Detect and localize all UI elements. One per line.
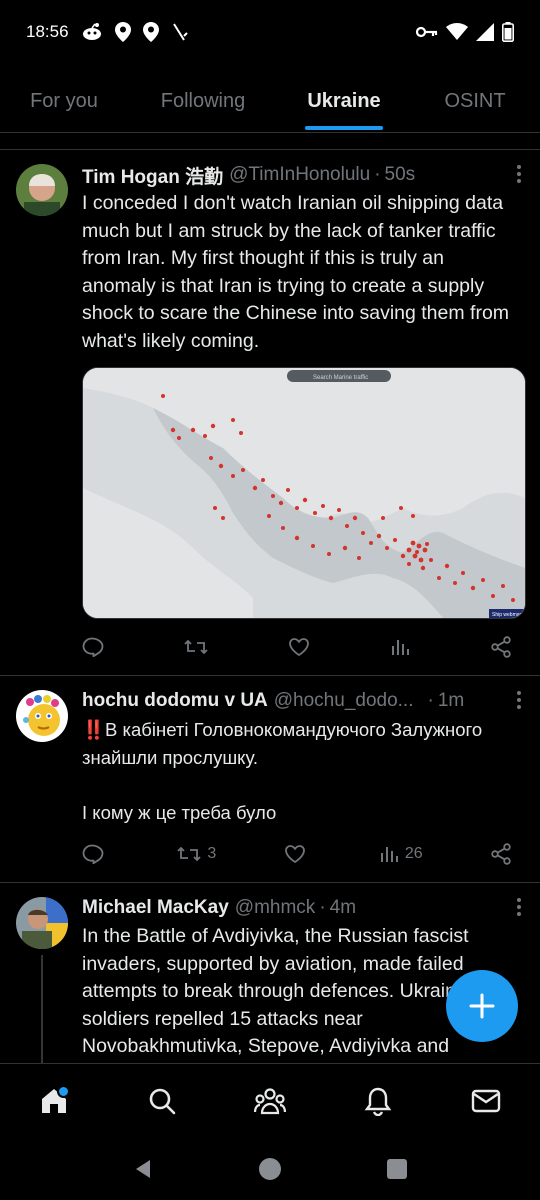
status-right xyxy=(416,22,514,42)
heart-icon xyxy=(289,638,309,657)
avatar[interactable] xyxy=(16,690,68,742)
separator-dot: · xyxy=(427,690,434,711)
tweet[interactable]: Michael MacKay @mhmck · 4m In the Battle… xyxy=(0,883,540,1063)
share-icon xyxy=(491,636,511,658)
more-options-icon[interactable] xyxy=(516,897,522,922)
clock: 18:56 xyxy=(26,22,69,41)
back-icon[interactable] xyxy=(132,1158,154,1180)
system-nav-bar xyxy=(0,1137,540,1200)
timestamp[interactable]: 4m xyxy=(330,897,356,919)
reply-button[interactable] xyxy=(82,844,110,864)
status-left: 18:56 xyxy=(26,22,189,42)
nav-communities[interactable] xyxy=(240,1071,300,1131)
share-button[interactable] xyxy=(490,636,512,658)
timeline-tabs: For you Following Ukraine OSINT xyxy=(0,70,540,133)
map-search-placeholder: Search Marine traffic xyxy=(313,375,368,381)
separator-dot: · xyxy=(319,897,326,918)
recents-icon[interactable] xyxy=(386,1158,408,1180)
share-icon xyxy=(491,843,511,865)
like-button[interactable] xyxy=(284,844,312,864)
separator-dot: · xyxy=(374,164,381,185)
tweet-header: Michael MacKay @mhmck · 4m xyxy=(82,895,518,921)
notifications-icon xyxy=(364,1087,392,1116)
more-options-icon[interactable] xyxy=(516,164,522,189)
repost-button[interactable] xyxy=(184,637,214,657)
more-options-icon[interactable] xyxy=(516,690,522,715)
author-name[interactable]: Michael MacKay xyxy=(82,897,229,919)
nav-search[interactable] xyxy=(132,1071,192,1131)
status-bar: 18:56 xyxy=(0,0,540,64)
timestamp[interactable]: 1m xyxy=(438,690,464,712)
tweet-text: I conceded I don't watch Iranian oil shi… xyxy=(82,192,510,352)
map-badge-text: Ship webmap xyxy=(492,612,523,618)
reply-icon xyxy=(82,844,104,864)
like-button[interactable] xyxy=(288,637,316,657)
key-icon xyxy=(416,25,438,39)
compose-button[interactable] xyxy=(446,970,518,1042)
views-count: 26 xyxy=(404,845,423,862)
signal-icon xyxy=(476,23,494,41)
avatar[interactable] xyxy=(16,897,68,949)
views-icon xyxy=(392,640,409,655)
thread-line xyxy=(41,955,43,1063)
author-handle[interactable]: @mhmck xyxy=(235,897,316,919)
location-icon xyxy=(114,22,131,42)
repost-icon xyxy=(177,846,201,862)
tweet[interactable]: hochu dodomu v UA @hochu_dodo... · 1m ‼️… xyxy=(0,676,540,883)
previous-tweet-edge xyxy=(0,133,540,150)
tweet-header: Tim Hogan 浩勤 @TimInHonolulu · 50s xyxy=(82,162,518,188)
tweet-text: ‼️В кабінеті Головнокомандуючого Залужно… xyxy=(82,719,483,823)
author-name[interactable]: hochu dodomu v UA xyxy=(82,690,268,712)
repost-icon xyxy=(184,639,208,655)
reply-button[interactable] xyxy=(82,637,110,657)
tab-for-you[interactable]: For you xyxy=(0,70,128,132)
reddit-icon xyxy=(81,22,103,42)
tweet-header: hochu dodomu v UA @hochu_dodo... · 1m xyxy=(82,688,518,714)
author-handle[interactable]: @hochu_dodo... xyxy=(274,690,414,712)
timeline-feed: Tim Hogan 浩勤 @TimInHonolulu · 50s I conc… xyxy=(0,133,540,1063)
communities-icon xyxy=(254,1088,286,1115)
tweet[interactable]: Tim Hogan 浩勤 @TimInHonolulu · 50s I conc… xyxy=(0,150,540,676)
home-circle-icon[interactable] xyxy=(258,1157,282,1181)
views-button[interactable] xyxy=(390,637,416,657)
repost-button[interactable]: 3 xyxy=(177,844,216,864)
plus-icon xyxy=(469,993,495,1019)
views-icon xyxy=(380,847,398,862)
nav-messages[interactable] xyxy=(456,1071,516,1131)
tweet-body: hochu dodomu v UA @hochu_dodo... · 1m ‼️… xyxy=(82,676,518,882)
author-name[interactable]: Tim Hogan 浩勤 xyxy=(82,162,223,189)
author-handle[interactable]: @TimInHonolulu xyxy=(229,164,370,186)
avatar[interactable] xyxy=(16,164,68,216)
mute-icon xyxy=(171,22,189,42)
timestamp[interactable]: 50s xyxy=(385,164,416,186)
tweet-body: Tim Hogan 浩勤 @TimInHonolulu · 50s I conc… xyxy=(82,150,526,675)
nav-home[interactable] xyxy=(24,1071,84,1131)
map-image: Search Marine traffic Ship webmap xyxy=(83,368,525,618)
reply-icon xyxy=(82,637,104,657)
tweet-body: Michael MacKay @mhmck · 4m In the Battle… xyxy=(82,883,518,1063)
tab-ukraine[interactable]: Ukraine xyxy=(278,70,410,132)
wifi-icon xyxy=(446,23,468,41)
tweet-actions xyxy=(82,619,518,675)
tweet-actions: 3 26 xyxy=(82,826,518,882)
share-button[interactable] xyxy=(490,843,512,865)
views-button[interactable]: 26 xyxy=(379,844,423,864)
battery-icon xyxy=(502,22,514,42)
search-icon xyxy=(149,1088,176,1115)
heart-icon xyxy=(284,845,305,864)
nav-notifications[interactable] xyxy=(348,1071,408,1131)
location-icon xyxy=(142,22,159,42)
notification-dot xyxy=(57,1085,70,1098)
tab-following[interactable]: Following xyxy=(128,70,278,132)
messages-icon xyxy=(471,1089,501,1113)
tab-osint[interactable]: OSINT xyxy=(410,70,540,132)
tweet-image[interactable]: Search Marine traffic Ship webmap xyxy=(82,367,526,619)
repost-count: 3 xyxy=(207,845,217,862)
bottom-nav xyxy=(0,1063,540,1138)
